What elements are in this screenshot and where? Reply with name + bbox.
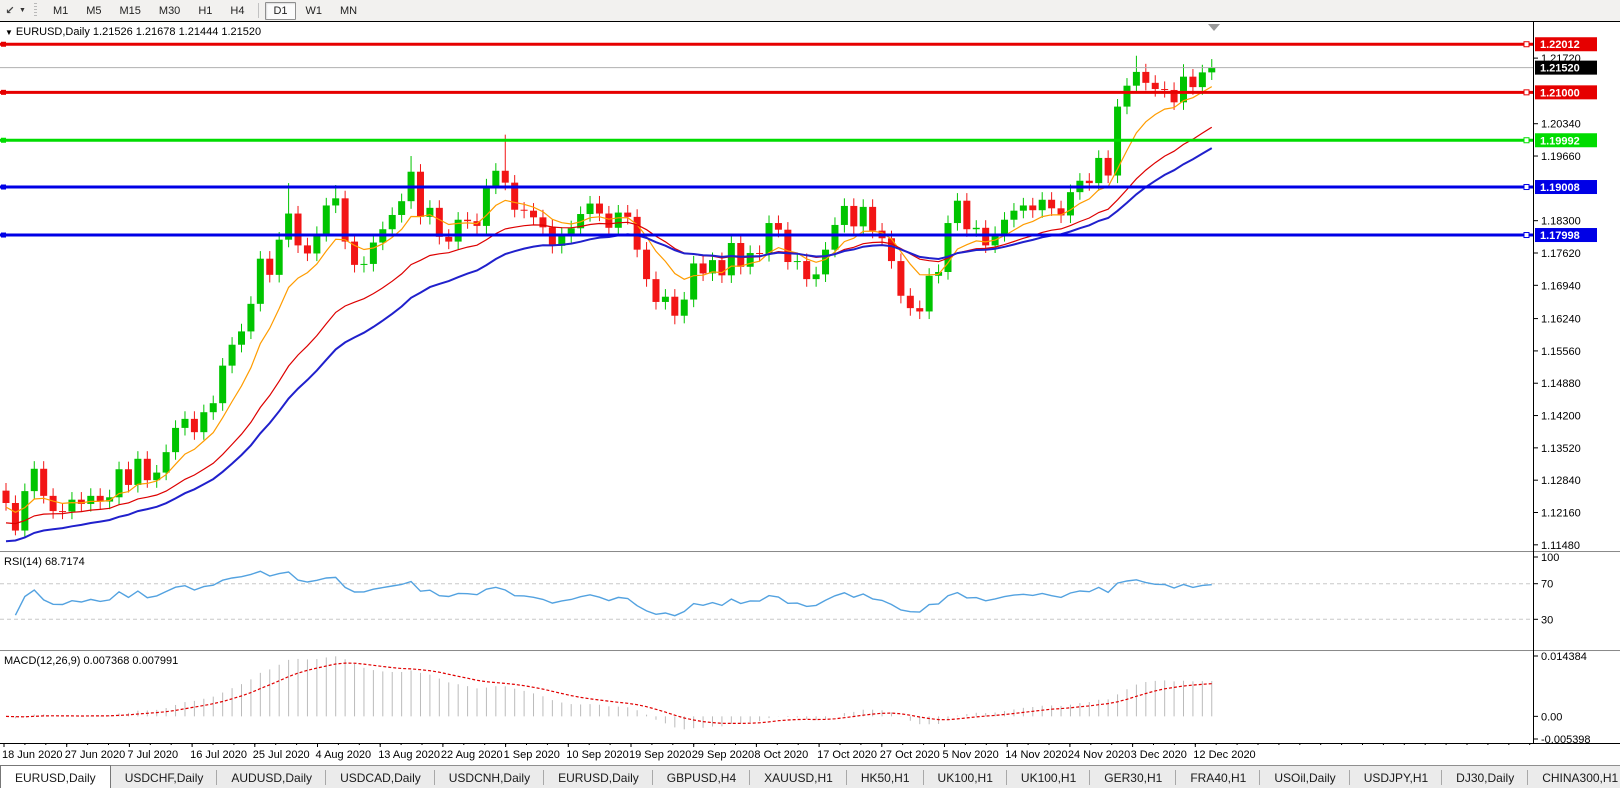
chart-tab-usdchf-daily[interactable]: USDCHF,Daily [111,766,218,788]
timeframe-button-h4[interactable]: H4 [222,2,252,20]
date-tick-label: 12 Dec 2020 [1193,749,1255,761]
chart-title: ▼EURUSD,Daily 1.21526 1.21678 1.21444 1.… [5,26,261,38]
date-tick-label: 1 Sep 2020 [504,749,560,761]
date-tick-label: 7 Jul 2020 [127,749,178,761]
chart-tab-gbpusd-h4[interactable]: GBPUSD,H4 [653,766,750,788]
date-tick-label: 24 Nov 2020 [1068,749,1130,761]
svg-text:0.00: 0.00 [1541,711,1562,723]
svg-text:1.15560: 1.15560 [1541,346,1581,358]
date-tick-label: 14 Nov 2020 [1005,749,1067,761]
chart-tab-audusd-daily[interactable]: AUDUSD,Daily [217,766,326,788]
svg-text:100: 100 [1541,552,1559,564]
svg-text:1.19008: 1.19008 [1540,182,1580,194]
svg-text:-0.005398: -0.005398 [1541,734,1591,746]
chart-tab-uk100-h1[interactable]: UK100,H1 [924,766,1007,788]
date-tick-label: 10 Sep 2020 [566,749,628,761]
date-tick-label: 8 Oct 2020 [754,749,808,761]
chart-title-text: EURUSD,Daily 1.21526 1.21678 1.21444 1.2… [16,26,261,38]
svg-text:1.16240: 1.16240 [1541,314,1581,326]
date-tick-label: 13 Aug 2020 [378,749,440,761]
chart-tab-hk50-h1[interactable]: HK50,H1 [847,766,924,788]
chart-tab-eurusd-daily[interactable]: EURUSD,Daily [0,765,111,788]
svg-text:70: 70 [1541,579,1553,591]
svg-text:1.14880: 1.14880 [1541,378,1581,390]
chart-canvas[interactable]: 1.217201.203401.196601.183001.176201.169… [0,21,1620,765]
timeframe-toolbar: ↙ ▼ M1M5M15M30H1H4 D1W1MN [0,0,1620,22]
svg-text:1.20340: 1.20340 [1541,119,1581,131]
chart-tab-bar: EURUSD,DailyUSDCHF,DailyAUDUSD,DailyUSDC… [0,765,1620,788]
chart-tab-usoil-daily[interactable]: USOil,Daily [1260,766,1349,788]
svg-text:1.13520: 1.13520 [1541,443,1581,455]
chart-tab-xauusd-h1[interactable]: XAUUSD,H1 [750,766,847,788]
chart-tab-usdcnh-daily[interactable]: USDCNH,Daily [435,766,544,788]
date-tick-label: 25 Jul 2020 [253,749,310,761]
chart-tab-uk100-h1[interactable]: UK100,H1 [1007,766,1090,788]
timeframe-button-m5[interactable]: M5 [78,2,109,20]
timeframe-button-h1[interactable]: H1 [190,2,220,20]
chart-tab-china300-h1[interactable]: CHINA300,H1 [1528,766,1620,788]
timeframe-button-m1[interactable]: M1 [45,2,76,20]
chart-tab-ger30-h1[interactable]: GER30,H1 [1090,766,1176,788]
svg-text:1.12160: 1.12160 [1541,508,1581,520]
svg-text:1.18300: 1.18300 [1541,216,1581,228]
date-tick-label: 4 Aug 2020 [316,749,372,761]
mt4-window: ↙ ▼ M1M5M15M30H1H4D1W1MN ▼EURUSD,Daily 1… [0,0,1620,788]
chart-tab-usdjpy-h1[interactable]: USDJPY,H1 [1350,766,1442,788]
date-tick-label: 18 Jun 2020 [2,749,63,761]
date-tick-label: 27 Jun 2020 [65,749,126,761]
date-tick-label: 29 Sep 2020 [692,749,754,761]
svg-text:1.16940: 1.16940 [1541,280,1581,292]
rsi-indicator-label: RSI(14) 68.7174 [4,556,85,568]
timeframe-button-mn[interactable]: MN [332,2,365,20]
collapse-triangle-icon[interactable]: ▼ [5,28,13,37]
timeframe-button-m30[interactable]: M30 [151,2,188,20]
svg-text:1.17998: 1.17998 [1540,230,1580,242]
svg-text:1.17620: 1.17620 [1541,248,1581,260]
svg-text:1.11480: 1.11480 [1541,540,1580,552]
svg-text:0.014384: 0.014384 [1541,651,1587,663]
svg-text:1.21000: 1.21000 [1540,87,1580,99]
date-tick-label: 27 Oct 2020 [880,749,940,761]
date-tick-label: 5 Nov 2020 [943,749,999,761]
timeframe-button-d1[interactable]: D1 [265,2,295,20]
cursor-tool-dropdown-icon[interactable]: ▼ [19,7,26,14]
svg-text:30: 30 [1541,614,1553,626]
date-tick-label: 16 Jul 2020 [190,749,247,761]
svg-text:1.19992: 1.19992 [1540,135,1580,147]
date-tick-label: 19 Sep 2020 [629,749,691,761]
date-tick-label: 17 Oct 2020 [817,749,877,761]
svg-text:1.12840: 1.12840 [1541,475,1581,487]
cursor-tool-icon[interactable]: ↙ [2,3,18,19]
svg-text:1.21520: 1.21520 [1540,63,1580,75]
svg-text:1.22012: 1.22012 [1540,39,1580,51]
date-tick-label: 3 Dec 2020 [1131,749,1187,761]
svg-text:1.14200: 1.14200 [1541,411,1581,423]
timeframe-button-m15[interactable]: M15 [112,2,149,20]
date-tick-label: 22 Aug 2020 [441,749,503,761]
toolbar-grip [33,3,38,18]
chart-tab-eurusd-daily[interactable]: EURUSD,Daily [544,766,653,788]
toolbar-separator [258,3,259,18]
chart-tab-usdcad-daily[interactable]: USDCAD,Daily [326,766,435,788]
chart-tab-dj30-daily[interactable]: DJ30,Daily [1442,766,1528,788]
timeframe-button-w1[interactable]: W1 [298,2,331,20]
macd-indicator-label: MACD(12,26,9) 0.007368 0.007991 [4,655,178,667]
chart-tab-fra40-h1[interactable]: FRA40,H1 [1176,766,1260,788]
svg-text:1.19660: 1.19660 [1541,151,1581,163]
